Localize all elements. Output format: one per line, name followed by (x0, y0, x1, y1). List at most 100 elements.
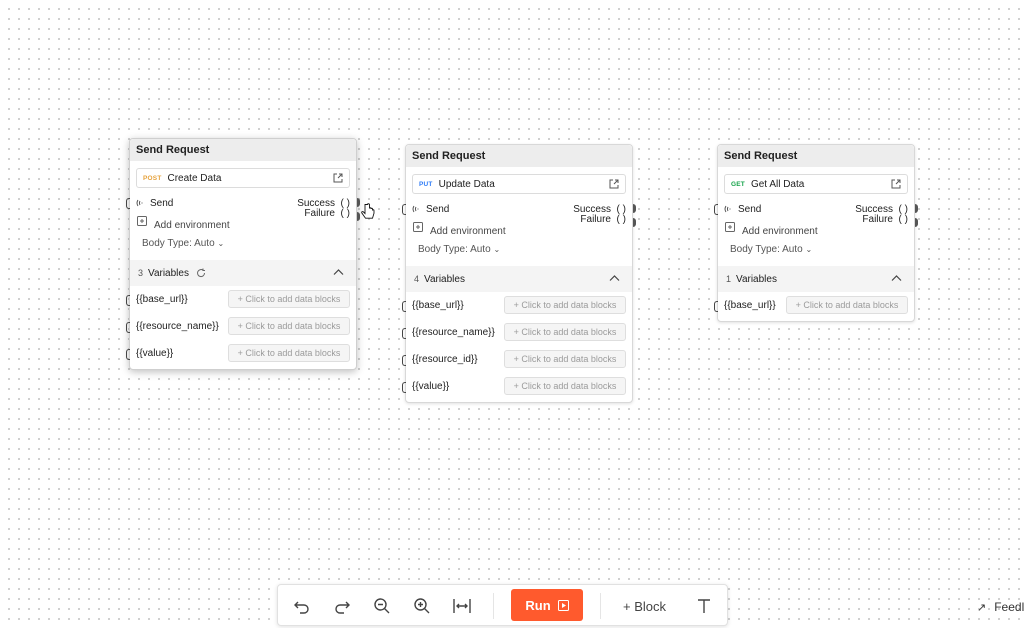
zoom-in-icon[interactable] (412, 596, 432, 616)
fit-width-icon[interactable] (452, 596, 472, 616)
failure-paren: ( ) (616, 214, 626, 225)
variable-name: {{resource_name}} (412, 327, 495, 338)
method-badge: GET (731, 180, 745, 188)
request-selector[interactable]: GET Get All Data (724, 174, 908, 194)
add-data-block-button[interactable]: + Click to add data blocks (504, 323, 626, 341)
success-output-handle[interactable] (633, 204, 636, 213)
add-data-block-button[interactable]: + Click to add data blocks (504, 377, 626, 395)
success-output-handle[interactable] (357, 198, 360, 207)
chevron-up-icon[interactable] (333, 268, 344, 276)
variable-name: {{resource_id}} (412, 354, 478, 365)
failure-paren: ( ) (898, 214, 908, 225)
success-paren: ( ) (898, 203, 908, 215)
send-input-handle[interactable] (402, 204, 406, 215)
variable-name: {{base_url}} (724, 300, 776, 311)
add-environment-link[interactable]: Add environment (430, 226, 506, 237)
zoom-out-icon[interactable] (372, 596, 392, 616)
block-title: Send Request (130, 139, 356, 161)
variable-row: {{resource_id}} + Click to add data bloc… (402, 346, 632, 373)
send-label: Send (738, 203, 762, 215)
variable-input-handle[interactable] (402, 355, 406, 366)
failure-label: Failure (580, 214, 611, 225)
body-type-dropdown[interactable]: Body Type: Auto ⌄ (406, 240, 632, 262)
body-type-dropdown[interactable]: Body Type: Auto ⌄ (130, 234, 356, 256)
redo-icon[interactable] (332, 596, 352, 616)
feedback-label: Feedl (994, 600, 1025, 614)
refresh-icon[interactable] (196, 268, 206, 278)
add-environment-link[interactable]: Add environment (154, 220, 230, 231)
arrow-up-right-icon: ↗ (977, 601, 987, 614)
add-block-label: + Block (623, 598, 666, 614)
open-external-icon[interactable] (333, 173, 343, 183)
failure-label: Failure (304, 208, 335, 219)
variable-name: {{value}} (136, 348, 174, 359)
variable-input-handle[interactable] (402, 382, 406, 393)
send-input-handle[interactable] (126, 198, 130, 209)
body-type-dropdown[interactable]: Body Type: Auto ⌄ (718, 240, 914, 262)
variables-label: Variables (148, 267, 189, 279)
variables-count: 3 (138, 268, 144, 278)
add-data-block-button[interactable]: + Click to add data blocks (504, 350, 626, 368)
chevron-down-icon: ⌄ (493, 245, 501, 254)
chevron-down-icon: ⌄ (217, 239, 225, 248)
send-request-block-create[interactable]: Send Request POST Create Data Send Succe… (126, 138, 360, 370)
request-name: Get All Data (750, 178, 805, 190)
add-data-block-button[interactable]: + Click to add data blocks (786, 296, 908, 314)
request-selector[interactable]: POST Create Data (136, 168, 350, 188)
text-icon[interactable] (694, 596, 714, 616)
variable-row: {{resource_name}} + Click to add data bl… (402, 319, 632, 346)
send-request-block-update[interactable]: Send Request PUT Update Data Send Succes… (402, 144, 636, 403)
variable-input-handle[interactable] (126, 322, 130, 333)
method-badge: POST (143, 174, 162, 182)
send-request-block-get[interactable]: Send Request GET Get All Data Send Succe… (714, 144, 918, 322)
variable-input-handle[interactable] (402, 301, 406, 312)
variables-count: 4 (414, 274, 420, 284)
variables-header[interactable]: 3 Variables (130, 260, 356, 286)
variables-count: 1 (726, 274, 732, 284)
body-type-label: Body Type: Auto (730, 244, 803, 255)
add-block-button[interactable]: + Block (623, 597, 666, 615)
send-input-handle[interactable] (714, 204, 718, 215)
add-data-block-button[interactable]: + Click to add data blocks (228, 344, 350, 362)
failure-output-handle[interactable] (633, 218, 636, 227)
variables-label: Variables (736, 273, 777, 285)
feedback-button[interactable]: ↗ Feedl (977, 600, 1024, 614)
variable-row: {{value}} + Click to add data blocks (126, 340, 356, 367)
chevron-up-icon[interactable] (891, 274, 902, 282)
open-external-icon[interactable] (609, 179, 619, 189)
success-output-handle[interactable] (915, 204, 918, 213)
variables-header[interactable]: 1 Variables (718, 266, 914, 292)
success-paren: ( ) (616, 203, 626, 215)
failure-paren: ( ) (340, 208, 350, 219)
variable-input-handle[interactable] (126, 295, 130, 306)
variable-row: {{base_url}} + Click to add data blocks (126, 286, 356, 313)
variable-row: {{base_url}} + Click to add data blocks (714, 292, 914, 319)
variable-input-handle[interactable] (714, 301, 718, 312)
add-data-block-button[interactable]: + Click to add data blocks (504, 296, 626, 314)
variable-input-handle[interactable] (126, 349, 130, 360)
send-label: Send (150, 197, 174, 209)
add-data-block-button[interactable]: + Click to add data blocks (228, 290, 350, 308)
block-title: Send Request (406, 145, 632, 167)
request-selector[interactable]: PUT Update Data (412, 174, 626, 194)
toolbar-divider (493, 593, 494, 619)
variables-header[interactable]: 4 Variables (406, 266, 632, 292)
add-environment-icon (137, 216, 147, 226)
variables-label: Variables (424, 273, 465, 285)
undo-icon[interactable] (292, 596, 312, 616)
chevron-down-icon: ⌄ (805, 245, 813, 254)
send-wave-icon (136, 199, 143, 207)
failure-output-handle[interactable] (357, 212, 360, 221)
method-badge: PUT (419, 180, 433, 188)
request-name: Update Data (438, 178, 495, 190)
variable-name: {{resource_name}} (136, 321, 219, 332)
chevron-up-icon[interactable] (609, 274, 620, 282)
variable-input-handle[interactable] (402, 328, 406, 339)
run-label: Run (525, 597, 551, 613)
add-environment-link[interactable]: Add environment (742, 226, 818, 237)
open-external-icon[interactable] (891, 179, 901, 189)
success-label: Success (855, 203, 893, 215)
add-data-block-button[interactable]: + Click to add data blocks (228, 317, 350, 335)
run-button[interactable]: Run (511, 589, 583, 621)
failure-output-handle[interactable] (915, 218, 918, 227)
